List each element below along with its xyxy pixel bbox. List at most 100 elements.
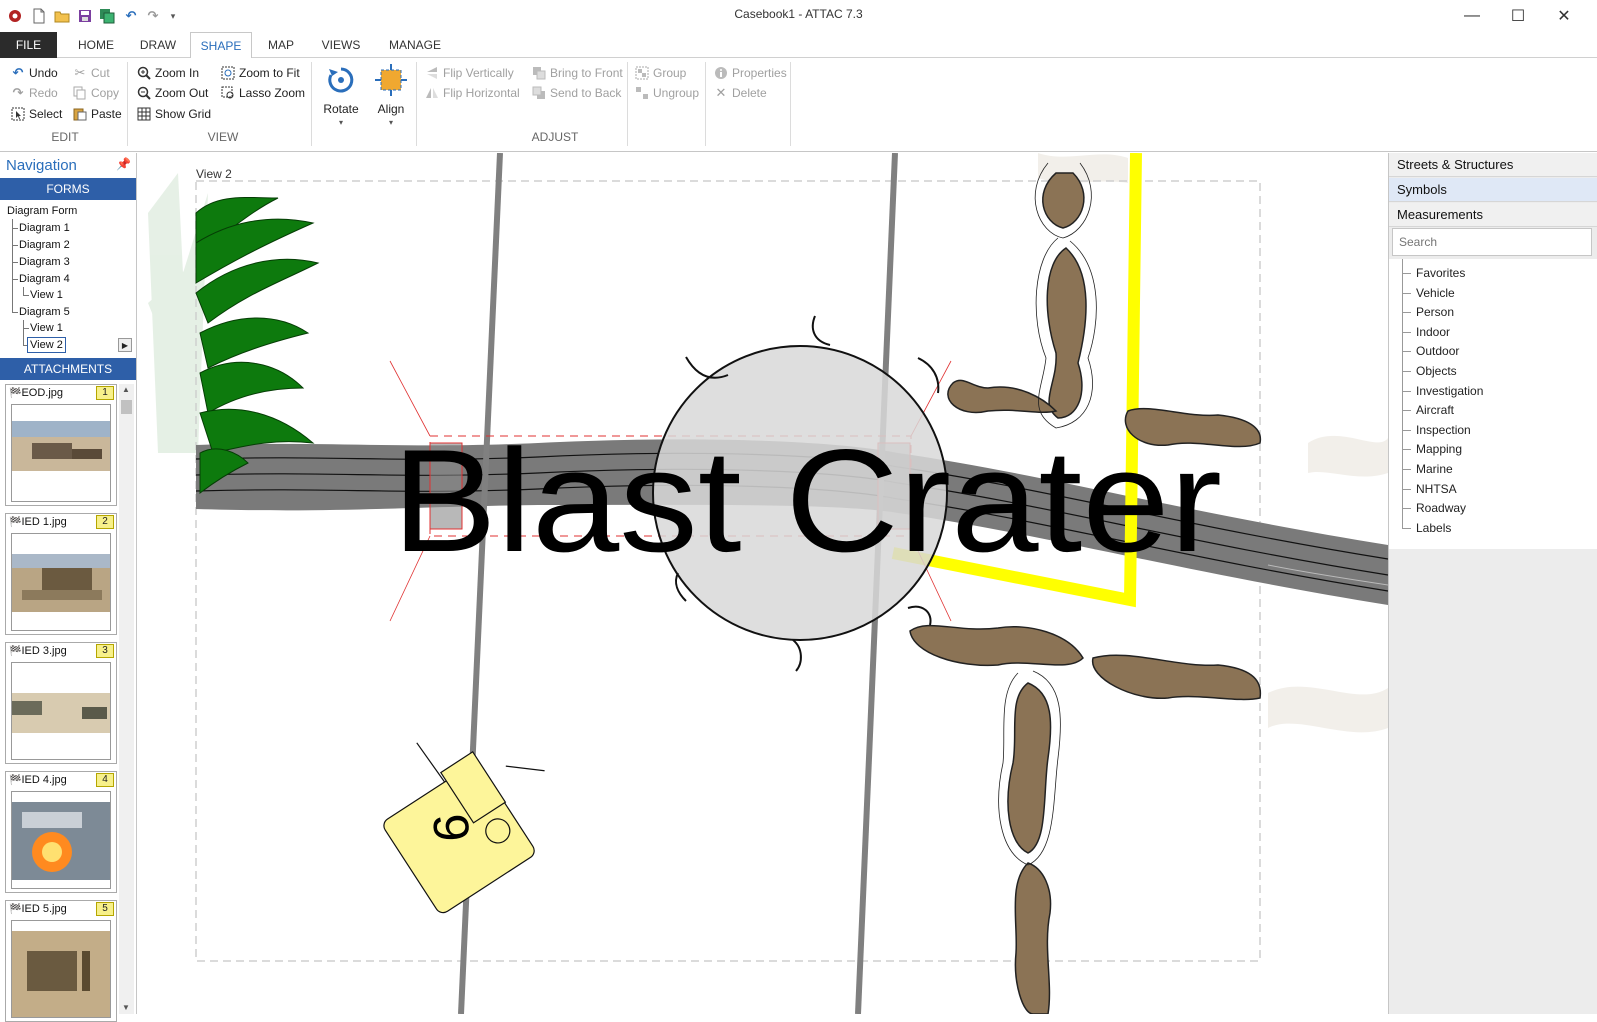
tab-symbols[interactable]: Symbols	[1389, 178, 1597, 202]
flip-horizontal-button[interactable]: Flip Horizontal	[424, 83, 520, 103]
tree-item-diagram-5-view-2[interactable]: View 2	[27, 337, 66, 353]
symbol-search-input[interactable]	[1392, 228, 1592, 256]
symbol-category-marine[interactable]: Marine	[1416, 460, 1453, 478]
tree-connector	[1402, 371, 1411, 372]
minimize-button[interactable]: —	[1449, 0, 1495, 32]
redo-button[interactable]: ↷ Redo	[10, 83, 58, 103]
symbol-category-labels[interactable]: Labels	[1416, 519, 1451, 537]
symbol-category-mapping[interactable]: Mapping	[1416, 440, 1462, 458]
attachment-number-badge: 4	[96, 773, 114, 787]
symbol-category-vehicle[interactable]: Vehicle	[1416, 284, 1455, 302]
ribbon: ↶ Undo ↷ Redo Select ✂ Cut Copy Paste EDIT …	[0, 58, 1597, 152]
tab-home[interactable]: HOME	[66, 32, 126, 58]
symbol-category-indoor[interactable]: Indoor	[1416, 323, 1450, 341]
zoom-to-fit-button[interactable]: Zoom to Fit	[220, 63, 300, 83]
symbol-category-objects[interactable]: Objects	[1416, 362, 1457, 380]
symbol-category-aircraft[interactable]: Aircraft	[1416, 401, 1454, 419]
tree-item-diagram-4[interactable]: Diagram 4	[19, 271, 70, 287]
attachment-item[interactable]: 🏁IED 4.jpg 4	[5, 771, 117, 893]
undo-button[interactable]: ↶ Undo	[10, 63, 58, 83]
diagram-canvas[interactable]: Blast Crater 9 View 2	[138, 153, 1388, 1014]
tree-item-diagram-form[interactable]: Diagram Form	[7, 203, 77, 219]
attachment-name: 🏁IED 3.jpg	[9, 645, 67, 657]
tree-connector	[12, 228, 18, 229]
symbol-category-outdoor[interactable]: Outdoor	[1416, 342, 1459, 360]
tab-measurements[interactable]: Measurements	[1389, 203, 1597, 227]
properties-button[interactable]: Properties	[713, 63, 787, 83]
tree-connector	[1402, 488, 1411, 490]
zoom-out-button[interactable]: Zoom Out	[136, 83, 208, 103]
tree-item-diagram-2[interactable]: Diagram 2	[19, 237, 70, 253]
tree-item-diagram-5[interactable]: Diagram 5	[19, 304, 70, 320]
info-icon	[713, 65, 729, 81]
tree-connector	[12, 279, 18, 280]
symbol-category-investigation[interactable]: Investigation	[1416, 382, 1483, 400]
symbol-category-inspection[interactable]: Inspection	[1416, 421, 1471, 439]
paste-icon	[72, 106, 88, 122]
attachment-item[interactable]: 🏁IED 5.jpg 5	[5, 900, 117, 1022]
attachment-thumbnail[interactable]	[11, 533, 111, 631]
maximize-button[interactable]: ☐	[1495, 0, 1541, 32]
symbol-category-nhtsa[interactable]: NHTSA	[1416, 480, 1457, 498]
attachment-number-badge: 1	[96, 386, 114, 400]
bring-to-front-label: Bring to Front	[550, 66, 623, 80]
evidence-marker-9[interactable]: 9	[355, 693, 580, 916]
zoom-to-fit-label: Zoom to Fit	[239, 66, 300, 80]
delete-button[interactable]: ✕ Delete	[713, 83, 767, 103]
tab-views[interactable]: VIEWS	[310, 32, 372, 58]
copy-button[interactable]: Copy	[72, 83, 119, 103]
tree-item-diagram-5-view-1[interactable]: View 1	[30, 320, 63, 336]
navigation-title: Navigation	[6, 157, 77, 174]
attachment-thumbnail[interactable]	[11, 791, 111, 889]
align-button[interactable]: Align ▾	[368, 62, 414, 142]
attachment-thumbnail[interactable]	[11, 920, 111, 1018]
attachment-item[interactable]: 🏁IED 3.jpg 3	[5, 642, 117, 764]
attachment-item[interactable]: 🏁IED 1.jpg 2	[5, 513, 117, 635]
lasso-zoom-button[interactable]: Lasso Zoom	[220, 83, 305, 103]
scroll-down-arrow-icon[interactable]: ▼	[122, 1003, 130, 1012]
show-grid-button[interactable]: Show Grid	[136, 104, 211, 124]
scroll-up-arrow-icon[interactable]: ▲	[122, 385, 130, 394]
zoom-in-button[interactable]: Zoom In	[136, 63, 199, 83]
send-to-back-button[interactable]: Send to Back	[531, 83, 621, 103]
attachments-header[interactable]: ATTACHMENTS	[0, 358, 136, 380]
forms-header[interactable]: FORMS	[0, 178, 136, 200]
symbol-category-roadway[interactable]: Roadway	[1416, 499, 1466, 517]
grid-icon	[136, 106, 152, 122]
tab-shape[interactable]: SHAPE	[190, 32, 252, 59]
symbol-category-favorites[interactable]: Favorites	[1416, 264, 1465, 282]
attachment-item[interactable]: 🏁EOD.jpg 1	[5, 384, 117, 506]
tree-item-diagram-3[interactable]: Diagram 3	[19, 254, 70, 270]
tab-manage[interactable]: MANAGE	[378, 32, 452, 58]
pin-icon[interactable]: 📌	[116, 157, 131, 171]
group-label: Group	[653, 66, 687, 80]
crater-label-text[interactable]: Blast Crater	[392, 419, 1222, 582]
bring-to-front-button[interactable]: Bring to Front	[531, 63, 623, 83]
tree-connector	[12, 245, 18, 246]
close-button[interactable]: ✕	[1541, 0, 1587, 32]
tree-connector	[23, 328, 29, 329]
tab-map[interactable]: MAP	[256, 32, 306, 58]
attachment-thumbnail[interactable]	[11, 404, 111, 502]
flip-horizontal-label: Flip Horizontal	[443, 86, 520, 100]
tree-item-diagram-1[interactable]: Diagram 1	[19, 220, 70, 236]
symbol-category-person[interactable]: Person	[1416, 303, 1454, 321]
tree-item-diagram-4-view-1[interactable]: View 1	[30, 287, 63, 303]
scrollbar-thumb[interactable]	[121, 400, 132, 414]
expand-arrow-icon[interactable]: ▶	[118, 338, 132, 352]
diagram-drawing[interactable]: Blast Crater 9	[138, 153, 1388, 1014]
tab-draw[interactable]: DRAW	[130, 32, 186, 58]
group-button[interactable]: Group	[634, 63, 686, 83]
select-button[interactable]: Select	[10, 104, 62, 124]
ungroup-button[interactable]: Ungroup	[634, 83, 699, 103]
tab-streets-structures[interactable]: Streets & Structures	[1389, 153, 1597, 177]
rotate-button[interactable]: Rotate ▾	[318, 62, 364, 142]
attachments-scrollbar[interactable]: ▲ ▼	[119, 384, 134, 1014]
window-title: Casebook1 - ATTAC 7.3	[734, 7, 863, 21]
cut-button[interactable]: ✂ Cut	[72, 63, 110, 83]
attachment-thumbnail[interactable]	[11, 662, 111, 760]
tab-file[interactable]: FILE	[0, 32, 57, 58]
ribbon-tab-bar: FILE HOME DRAW SHAPE MAP VIEWS MANAGE	[0, 32, 1597, 59]
flip-vertically-button[interactable]: Flip Vertically	[424, 63, 514, 83]
paste-button[interactable]: Paste	[72, 104, 122, 124]
